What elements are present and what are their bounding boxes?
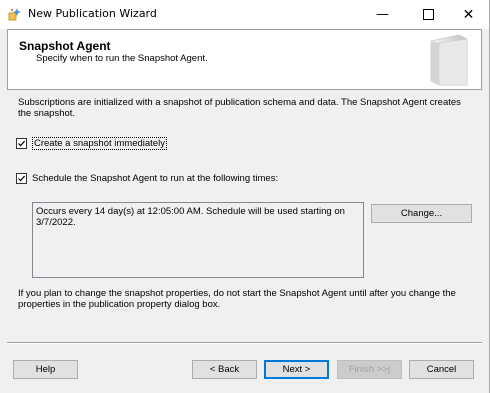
create-snapshot-label: Create a snapshot immediately [32,137,167,150]
close-icon: ✕ [462,6,475,23]
page-title: Snapshot Agent [19,39,111,53]
maximize-icon [423,9,434,20]
window-title: New Publication Wizard [28,7,157,20]
checkmark-icon [18,140,26,147]
page-subtitle: Specify when to run the Snapshot Agent. [36,53,208,64]
finish-button[interactable]: Finish >>| [337,360,402,379]
help-button[interactable]: Help [13,360,78,379]
wizard-banner-icon [430,34,468,86]
wizard-window: New Publication Wizard — ✕ Snapshot Agen… [0,0,490,393]
finish-button-label: Finish >>| [348,364,391,375]
create-snapshot-option[interactable]: Create a snapshot immediately [16,137,167,150]
intro-text: Subscriptions are initialized with a sna… [18,97,461,119]
wizard-app-icon [8,8,21,21]
wizard-header: Snapshot Agent Specify when to run the S… [7,29,482,90]
maximize-button[interactable] [406,0,451,29]
title-bar: New Publication Wizard — ✕ [0,0,489,29]
schedule-description-text: Occurs every 14 day(s) at 12:05:00 AM. S… [36,206,345,228]
checkmark-icon [18,175,26,182]
close-button[interactable]: ✕ [446,0,490,29]
create-snapshot-checkbox[interactable] [16,138,27,149]
back-button[interactable]: < Back [192,360,257,379]
back-button-label: < Back [209,364,240,375]
change-button-label: Change... [400,208,443,219]
schedule-agent-label: Schedule the Snapshot Agent to run at th… [32,173,279,184]
note-text: If you plan to change the snapshot prope… [18,288,456,310]
change-schedule-button[interactable]: Change... [371,204,472,223]
next-button-label: Next > [282,364,311,375]
schedule-agent-checkbox[interactable] [16,173,27,184]
cancel-button-label: Cancel [426,364,457,375]
cancel-button[interactable]: Cancel [409,360,474,379]
minimize-icon: — [376,7,389,22]
footer-divider [7,342,482,344]
minimize-button[interactable]: — [360,0,405,29]
help-button-label: Help [35,364,56,375]
schedule-agent-option[interactable]: Schedule the Snapshot Agent to run at th… [16,173,278,184]
schedule-description-box: Occurs every 14 day(s) at 12:05:00 AM. S… [32,202,364,278]
next-button[interactable]: Next > [264,360,329,379]
